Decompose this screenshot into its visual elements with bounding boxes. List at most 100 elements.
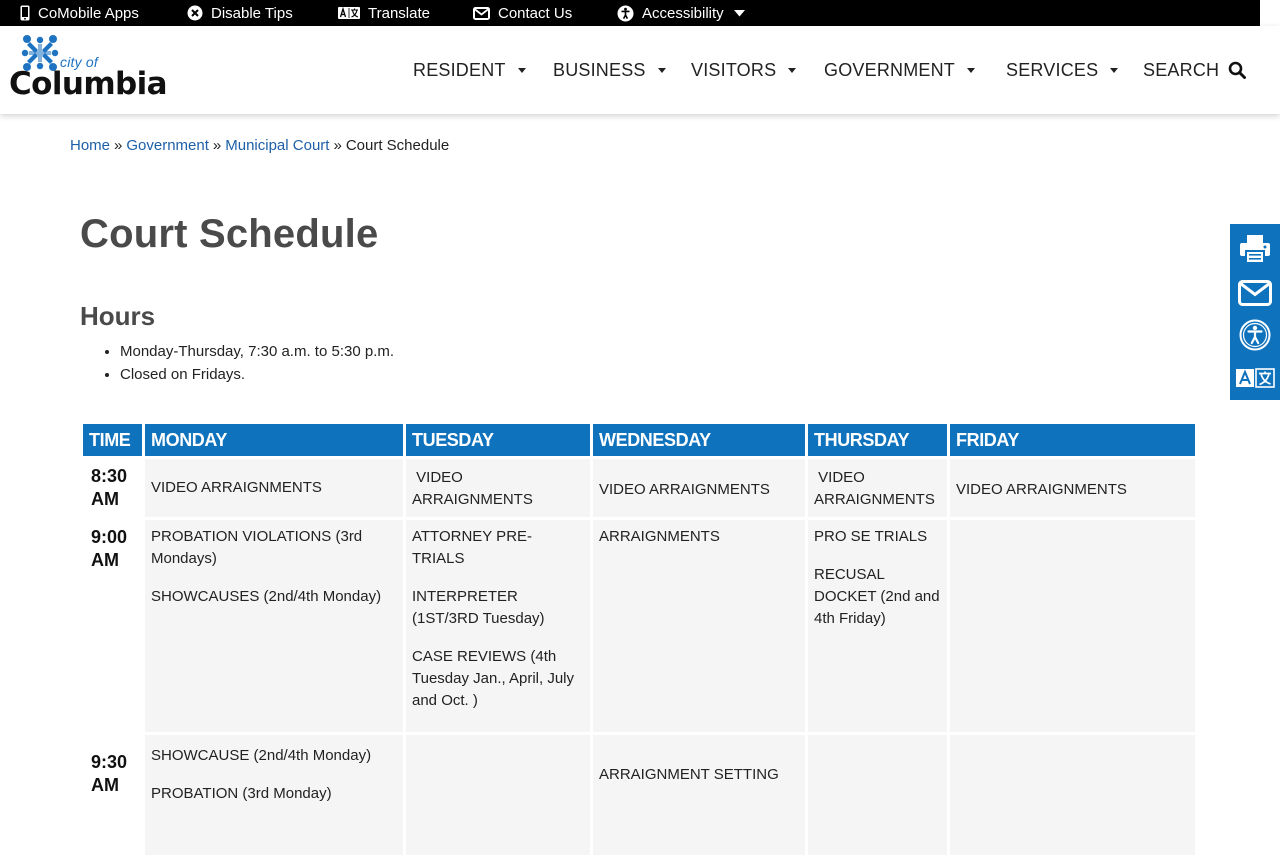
cell-entry: RECUSAL DOCKET (2nd and 4th Friday): [814, 566, 940, 627]
table-cell: VIDEO ARRAIGNMENTS: [950, 459, 1195, 517]
hours-item: Monday-Thursday, 7:30 a.m. to 5:30 p.m.: [120, 340, 394, 363]
table-cell: VIDEO ARRAIGNMENTS: [406, 459, 590, 517]
envelope-icon: [473, 6, 490, 20]
cell-entry: ARRAIGNMENTS: [599, 528, 720, 545]
cell-entry: INTERPRETER (1ST/3RD Tuesday): [412, 588, 545, 627]
contact-us-link[interactable]: Contact Us: [473, 0, 572, 26]
cell-entry: VIDEO ARRAIGNMENTS: [814, 469, 935, 508]
cell-entry: CASE REVIEWS (4th Tuesday Jan., April, J…: [412, 648, 575, 709]
column-header-time: TIME: [83, 424, 142, 456]
accessibility-icon: [617, 5, 634, 21]
nav-item-label: SERVICES: [1006, 59, 1099, 80]
court-schedule-table: TIME MONDAY TUESDAY WEDNESDAY THURSDAY F…: [80, 421, 1198, 858]
logo-columbia-text: Columbia: [9, 66, 168, 102]
table-cell: ATTORNEY PRE-TRIALS INTERPRETER (1ST/3RD…: [406, 520, 590, 732]
breadcrumb-current: Court Schedule: [345, 137, 450, 154]
breadcrumb-municipal-court-link[interactable]: Municipal Court: [225, 137, 329, 154]
breadcrumb-separator: »: [114, 137, 123, 154]
close-circle-icon: [187, 5, 203, 21]
table-cell: [406, 735, 590, 855]
translate-icon: [1236, 368, 1275, 388]
table-cell: [808, 735, 947, 855]
envelope-icon: [1238, 280, 1272, 306]
cell-entry: VIDEO ARRAIGNMENTS: [956, 481, 1127, 498]
table-cell: PRO SE TRIALS RECUSAL DOCKET (2nd and 4t…: [808, 520, 947, 732]
comobile-apps-label: CoMobile Apps: [38, 4, 139, 22]
caret-down-icon: [788, 67, 797, 73]
column-header-monday: MONDAY: [145, 424, 403, 456]
site-header: city of Columbia RESIDENT BUSINESS VISIT…: [0, 26, 1280, 114]
nav-item-services[interactable]: SERVICES: [1006, 58, 1119, 82]
table-cell: PROBATION VIOLATIONS (3rd Mondays) SHOWC…: [145, 520, 403, 732]
table-cell: VIDEO ARRAIGNMENTS: [145, 459, 403, 517]
caret-down-icon: [517, 67, 526, 73]
share-toolbar: [1230, 224, 1280, 400]
table-cell: [950, 520, 1195, 732]
disable-tips-label: Disable Tips: [211, 4, 293, 22]
table-header-row: TIME MONDAY TUESDAY WEDNESDAY THURSDAY F…: [83, 424, 1195, 456]
translate-label: Translate: [368, 4, 430, 22]
table-cell: VIDEO ARRAIGNMENTS: [808, 459, 947, 517]
cell-entry: ATTORNEY PRE-TRIALS: [412, 528, 533, 567]
email-share-button[interactable]: [1230, 271, 1280, 315]
mobile-phone-icon: [20, 5, 30, 21]
column-header-thursday: THURSDAY: [808, 424, 947, 456]
table-row: 9:00 AM PROBATION VIOLATIONS (3rd Monday…: [83, 520, 1195, 732]
table-cell: [950, 735, 1195, 855]
accessibility-menu[interactable]: Accessibility: [617, 0, 753, 26]
contact-us-label: Contact Us: [498, 4, 573, 22]
cell-entry: SHOWCAUSES (2nd/4th Monday): [151, 588, 382, 605]
table-cell: SHOWCAUSE (2nd/4th Monday) PROBATION (3r…: [145, 735, 403, 855]
nav-item-resident[interactable]: RESIDENT: [413, 58, 526, 82]
breadcrumb-government-link[interactable]: Government: [126, 137, 209, 154]
cell-entry: SHOWCAUSE (2nd/4th Monday): [151, 747, 372, 764]
time-cell: 9:30 AM: [83, 735, 142, 855]
nav-item-label: BUSINESS: [553, 59, 646, 80]
chevron-down-icon: [733, 9, 745, 16]
time-cell: 9:00 AM: [83, 520, 142, 732]
translate-link[interactable]: Translate: [338, 0, 430, 26]
nav-item-government[interactable]: GOVERNMENT: [824, 58, 976, 82]
caret-down-icon: [657, 67, 666, 73]
nav-item-visitors[interactable]: VISITORS: [691, 58, 797, 82]
hours-item: Closed on Fridays.: [120, 363, 394, 386]
search-label: SEARCH: [1143, 59, 1220, 80]
cell-entry: VIDEO ARRAIGNMENTS: [151, 479, 322, 496]
disable-tips-link[interactable]: Disable Tips: [187, 0, 293, 26]
caret-down-icon: [967, 67, 976, 73]
breadcrumb-separator: »: [212, 137, 222, 154]
city-logo[interactable]: city of Columbia: [8, 32, 168, 108]
nav-item-label: RESIDENT: [413, 59, 506, 80]
translate-button[interactable]: [1230, 356, 1280, 400]
hours-list: Monday-Thursday, 7:30 a.m. to 5:30 p.m. …: [80, 340, 394, 386]
nav-item-label: GOVERNMENT: [824, 59, 956, 80]
nav-item-business[interactable]: BUSINESS: [553, 58, 666, 82]
accessibility-button[interactable]: [1230, 313, 1280, 357]
breadcrumb: Home» Government» Municipal Court» Court Sc…: [70, 137, 449, 154]
nav-item-label: VISITORS: [691, 59, 777, 80]
search-icon: [1228, 61, 1247, 79]
accessibility-label: Accessibility: [642, 4, 724, 22]
page-title: Court Schedule: [80, 212, 379, 256]
hours-heading: Hours: [80, 301, 156, 331]
print-button[interactable]: [1230, 227, 1280, 271]
comobile-apps-link[interactable]: CoMobile Apps: [20, 0, 139, 26]
cell-entry: VIDEO ARRAIGNMENTS: [412, 469, 533, 508]
time-cell: 8:30 AM: [83, 459, 142, 517]
caret-down-icon: [1110, 67, 1119, 73]
printer-icon: [1240, 235, 1270, 264]
breadcrumb-home-link[interactable]: Home: [70, 137, 110, 154]
accessibility-icon: [1239, 319, 1271, 351]
cell-entry: PRO SE TRIALS: [814, 528, 928, 545]
cell-entry: ARRAIGNMENT SETTING: [599, 766, 779, 783]
nav-search-button[interactable]: SEARCH: [1143, 58, 1247, 82]
column-header-wednesday: WEDNESDAY: [593, 424, 805, 456]
cell-entry: VIDEO ARRAIGNMENTS: [599, 481, 770, 498]
table-cell: ARRAIGNMENT SETTING: [593, 735, 805, 855]
breadcrumb-separator: »: [333, 137, 342, 154]
table-cell: ARRAIGNMENTS: [593, 520, 805, 732]
table-cell: VIDEO ARRAIGNMENTS: [593, 459, 805, 517]
column-header-tuesday: TUESDAY: [406, 424, 590, 456]
table-row: 9:30 AM SHOWCAUSE (2nd/4th Monday) PROBA…: [83, 735, 1195, 855]
utility-bar: CoMobile Apps Disable Tips Translate Con…: [0, 0, 1260, 26]
